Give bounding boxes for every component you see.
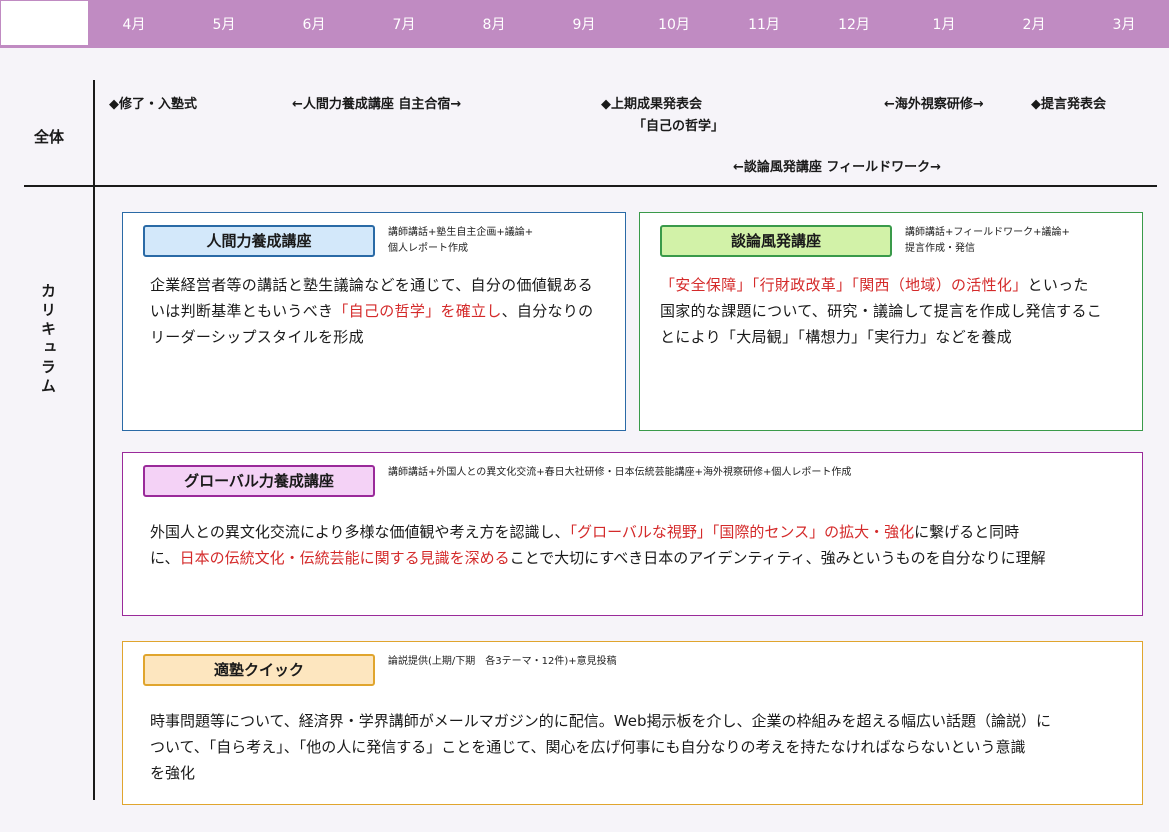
event-fieldwork: ←談論風発講座 フィールドワーク→ bbox=[733, 160, 942, 175]
month-label: 8月 bbox=[482, 17, 506, 33]
month-label: 6月 bbox=[302, 17, 326, 33]
highlight-text: 「安全保障」「行財政改革」「関西（地域）の活性化」 bbox=[660, 276, 1028, 294]
card-ningen-body: 企業経営者等の講話と塾生議論などを通じて、自分の価値観ある いは判断基準ともいう… bbox=[150, 272, 620, 350]
card-global-body: 外国人との異文化交流により多様な価値観や考え方を認識し、「グローバルな視野」「国… bbox=[150, 519, 1140, 571]
card-tekijuku: 適塾クイック 論説提供(上期/下期 各3テーマ・12件)+意見投稿 時事問題等に… bbox=[122, 641, 1143, 805]
event-midterm-presentation: ◆上期成果発表会 bbox=[601, 97, 702, 112]
month-label: 7月 bbox=[392, 17, 416, 33]
body-line: いは判断基準ともいうべき「自己の哲学」を確立し、自分なりの bbox=[150, 302, 594, 320]
month-label: 1月 bbox=[932, 17, 956, 33]
card-danron-title: 談論風発講座 bbox=[660, 225, 892, 257]
row-divider bbox=[24, 185, 1157, 187]
body-line: 時事問題等について、経済界・学界講師がメールマガジン的に配信。Web掲示板を介し… bbox=[150, 712, 1052, 730]
row-label-overall: 全体 bbox=[34, 128, 65, 146]
event-completion-entrance: ◆修了・入塾式 bbox=[109, 97, 197, 112]
card-tekijuku-subtitle: 論説提供(上期/下期 各3テーマ・12件)+意見投稿 bbox=[388, 656, 617, 667]
card-global: グローバル力養成講座 講師講話+外国人との異文化交流+春日大社研修・日本伝統芸能… bbox=[122, 452, 1143, 616]
event-overseas-tour: ←海外視察研修→ bbox=[884, 97, 984, 112]
card-ningen-subtitle: 講師講話+塾生自主企画+議論+ 個人レポート作成 bbox=[388, 227, 534, 254]
card-tekijuku-body: 時事問題等について、経済界・学界講師がメールマガジン的に配信。Web掲示板を介し… bbox=[150, 708, 1140, 786]
card-danron-subtitle: 講師講話+フィールドワーク+議論+ 提言作成・発信 bbox=[905, 227, 1070, 254]
body-line: 外国人との異文化交流により多様な価値観や考え方を認識し、「グローバルな視野」「国… bbox=[150, 523, 1020, 541]
body-line: 「安全保障」「行財政改革」「関西（地域）の活性化」といった bbox=[660, 276, 1089, 294]
highlight-text: 日本の伝統文化・伝統芸能に関する見識を深める bbox=[179, 549, 510, 567]
card-ningen-title: 人間力養成講座 bbox=[143, 225, 375, 257]
month-label: 3月 bbox=[1112, 17, 1136, 33]
month-label: 11月 bbox=[748, 17, 780, 33]
body-line: に、日本の伝統文化・伝統芸能に関する見識を深めることで大切にすべき日本のアイデン… bbox=[150, 549, 1046, 567]
event-retreat: ←人間力養成講座 自主合宿→ bbox=[292, 97, 462, 112]
body-line: を強化 bbox=[150, 764, 196, 782]
event-midterm-theme: 「自己の哲学」 bbox=[633, 119, 725, 134]
month-label: 9月 bbox=[572, 17, 596, 33]
header-corner bbox=[0, 0, 89, 46]
month-label: 5月 bbox=[212, 17, 236, 33]
card-global-title: グローバル力養成講座 bbox=[143, 465, 375, 497]
event-proposal-presentation: ◆提言発表会 bbox=[1031, 97, 1106, 112]
month-header: 4月 5月 6月 7月 8月 9月 10月 11月 12月 1月 2月 3月 bbox=[0, 0, 1169, 48]
month-label: 12月 bbox=[838, 17, 870, 33]
month-label: 4月 bbox=[122, 17, 146, 33]
card-global-subtitle: 講師講話+外国人との異文化交流+春日大社研修・日本伝統芸能講座+海外視察研修+個… bbox=[388, 467, 852, 478]
body-line: ついて、「自ら考え」、「他の人に発信する」ことを通じて、関心を広げ何事にも自分な… bbox=[150, 738, 1026, 756]
body-line: 国家的な課題について、研究・議論して提言を作成し発信するこ bbox=[660, 302, 1103, 320]
card-danron: 談論風発講座 講師講話+フィールドワーク+議論+ 提言作成・発信 「安全保障」「… bbox=[639, 212, 1143, 431]
highlight-text: 「グローバルな視野」「国際的センス」の拡大・強化 bbox=[569, 523, 915, 541]
highlight-text: 「自己の哲学」を確立し bbox=[333, 302, 502, 320]
month-label: 2月 bbox=[1022, 17, 1046, 33]
card-danron-body: 「安全保障」「行財政改革」「関西（地域）の活性化」といった 国家的な課題について… bbox=[660, 272, 1138, 350]
row-label-curriculum: カリキュラム bbox=[39, 283, 57, 397]
card-ningen: 人間力養成講座 講師講話+塾生自主企画+議論+ 個人レポート作成 企業経営者等の… bbox=[122, 212, 626, 431]
body-line: リーダーシップスタイルを形成 bbox=[150, 328, 364, 346]
body-line: 企業経営者等の講話と塾生議論などを通じて、自分の価値観ある bbox=[150, 276, 593, 294]
row-label-divider bbox=[93, 80, 95, 800]
card-tekijuku-title: 適塾クイック bbox=[143, 654, 375, 686]
month-label: 10月 bbox=[658, 17, 690, 33]
body-line: とにより「大局観」「構想力」「実行力」などを養成 bbox=[660, 328, 1012, 346]
